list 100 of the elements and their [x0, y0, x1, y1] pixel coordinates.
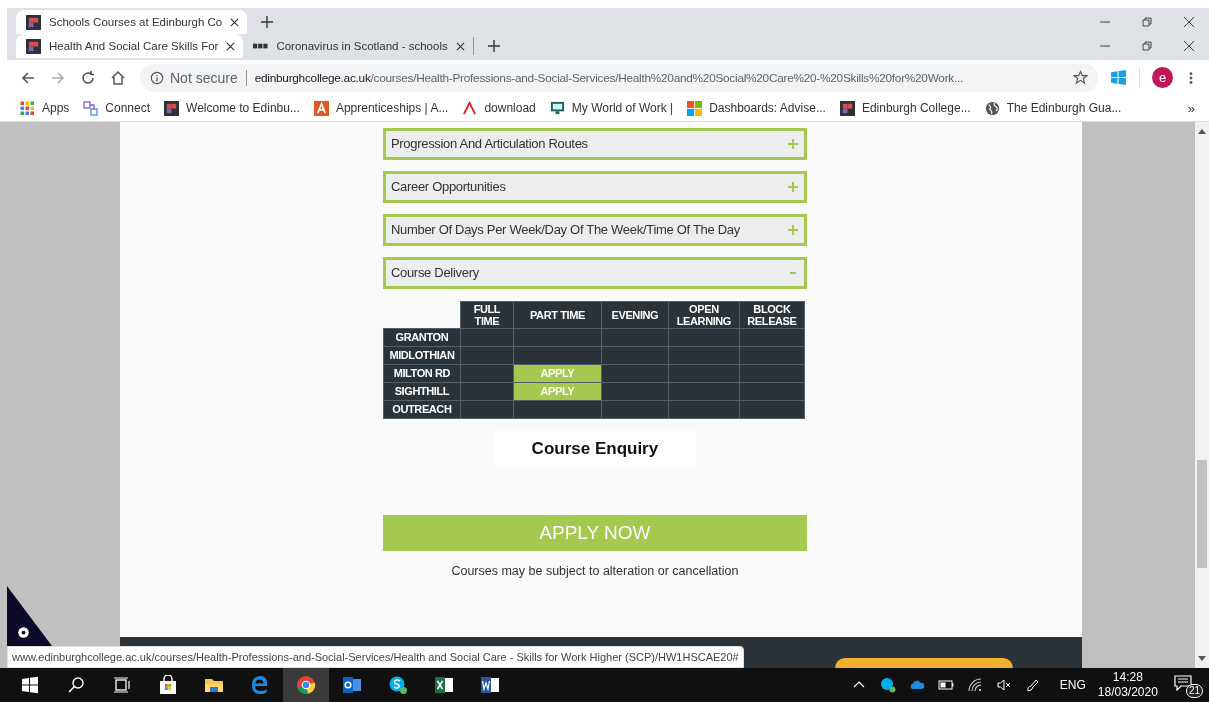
mail-app-icon [342, 675, 362, 695]
bookmark-item[interactable]: Edinburgh College... [839, 100, 971, 116]
scrollbar[interactable] [1195, 121, 1209, 668]
bookmark-item[interactable]: Apprenticeships | A... [313, 100, 449, 116]
column-header: PART TIME [513, 301, 602, 329]
accordion-header[interactable]: Career Opportunities [382, 170, 807, 203]
bookmark-item[interactable]: Welcome to Edinbu... [164, 100, 300, 116]
clock[interactable]: 14:28 18/03/2020 [1097, 670, 1158, 700]
bookmark-item[interactable]: Dashboards: Advise... [687, 100, 826, 116]
taskbar-button[interactable] [283, 668, 329, 702]
status-url: www.edinburghcollege.ac.uk/courses/Health-Professions-and-Social-Services/Health and Social Care - Skills for Work Higher (SCP)/HW1HSCAE20# [7, 646, 744, 668]
spreadsheet-app-icon [434, 675, 454, 695]
windows-logo-icon [20, 675, 40, 695]
star-icon[interactable] [1073, 70, 1088, 86]
speaker-muted-icon[interactable] [995, 677, 1012, 693]
url-text: edinburghcollege.ac.uk/courses/Health-Professions-and-Social-Services/Health%20and%20Social%20Care%20-%20Skills%20for%20Work... [254, 70, 965, 85]
tab-title: Coronavirus in Scotland - schools [276, 40, 448, 52]
tab-title: Health And Social Care Skills For [49, 40, 219, 52]
bookmark-label: Welcome to Edinbu... [186, 101, 300, 116]
plus-icon [787, 224, 798, 235]
column-header: BLOCK RELEASE [739, 301, 805, 329]
course-enquiry-button[interactable]: Course Enquiry [493, 430, 696, 467]
search-icon [66, 675, 86, 695]
pen-icon[interactable] [1024, 677, 1041, 693]
settings-corner-icon[interactable] [7, 586, 52, 646]
close-icon[interactable] [1183, 40, 1195, 52]
bookmark-label: Edinburgh College... [861, 101, 971, 116]
back-arrow-icon[interactable] [20, 69, 36, 86]
bookmark-item[interactable]: The Edinburgh Gua... [984, 100, 1122, 116]
security-label: Not secure [170, 69, 238, 86]
plus-icon [787, 138, 798, 149]
close-icon[interactable] [230, 17, 240, 27]
document-app-icon [480, 675, 500, 695]
bookmark-label: The Edinburgh Gua... [1006, 101, 1122, 116]
battery-icon[interactable] [937, 677, 954, 693]
browser-tab[interactable]: Schools Courses at Edinburgh Co [16, 10, 248, 34]
reload-icon[interactable] [80, 69, 96, 86]
bookmark-item[interactable]: Connect [83, 100, 151, 116]
language-indicator[interactable]: ENG [1059, 678, 1086, 692]
new-tab-icon[interactable] [261, 16, 274, 28]
bookmark-label: Dashboards: Advise... [709, 101, 826, 116]
bookmark-item[interactable]: My World of Work | [549, 100, 674, 116]
disclaimer-text: Courses may be subject to alteration or cancellation [450, 563, 740, 578]
bookmark-label: Apps [42, 101, 70, 116]
letter-e-logo-icon [250, 675, 270, 695]
new-tab-icon[interactable] [487, 40, 500, 52]
college-favicon-icon [164, 100, 180, 116]
connect-icon [83, 100, 99, 116]
squares-icon [687, 100, 703, 116]
letter-favicon-icon [313, 100, 329, 116]
restore-icon[interactable] [1141, 16, 1153, 28]
time-text: 14:28 [1112, 670, 1143, 685]
address-bar[interactable]: Not secure edinburghcollege.ac.uk/courses/Health-Professions-and-Social-Services/Health%20and%20Social%20Care%20-%20Skills%20for%20Work... [140, 63, 1098, 92]
college-favicon-icon [839, 100, 855, 116]
college-favicon-icon [26, 38, 41, 54]
date-text: 18/03/2020 [1097, 685, 1158, 700]
globe-icon [984, 100, 1000, 116]
chat-app-icon[interactable] [879, 677, 896, 693]
bookmark-item[interactable]: download [462, 100, 536, 116]
chevron-favicon-icon [462, 100, 478, 116]
close-icon[interactable] [1183, 16, 1195, 28]
chrome-logo-icon [296, 675, 316, 695]
tab-title: Schools Courses at Edinburgh Co [49, 16, 223, 28]
close-icon[interactable] [455, 41, 465, 51]
menu-icon[interactable] [1189, 70, 1193, 85]
column-header: FULL TIME [460, 301, 514, 329]
notifications-button[interactable]: 21 [1173, 672, 1203, 698]
accordion-header[interactable]: Course Delivery [382, 256, 807, 289]
bookmark-label: Apprenticeships | A... [335, 101, 449, 116]
column-header: EVENING [601, 301, 669, 329]
windows-logo-icon[interactable] [1110, 69, 1127, 87]
bookmark-label: My World of Work | [571, 101, 674, 116]
college-favicon-icon [26, 14, 41, 30]
footer-button[interactable] [834, 658, 1013, 668]
notification-count: 21 [1185, 684, 1203, 698]
restore-icon[interactable] [1141, 40, 1153, 52]
accordion-header[interactable]: Progression And Articulation Routes [382, 127, 807, 160]
campus-cell: GRANTON [383, 328, 461, 347]
more-bookmarks-button[interactable]: » [1187, 100, 1195, 116]
grid-icon [20, 100, 35, 116]
wifi-icon[interactable] [966, 677, 983, 693]
home-icon[interactable] [110, 69, 126, 86]
monitor-icon [549, 100, 565, 116]
accordion-header[interactable]: Number Of Days Per Week/Day Of The Week/Time Of The Day [382, 213, 807, 246]
bookmark-item[interactable]: Apps [20, 100, 70, 116]
profile-avatar[interactable]: e [1152, 67, 1173, 89]
bookmark-label: Connect [105, 101, 151, 116]
scroll-down-icon[interactable] [1198, 656, 1206, 662]
task-view-icon [112, 675, 132, 695]
bookmark-label: download [484, 101, 536, 116]
shopping-bag-icon [158, 675, 178, 695]
browser-tab[interactable]: Coronavirus in Scotland - schools [243, 37, 474, 55]
browser-tab[interactable]: Health And Social Care Skills For [16, 34, 244, 58]
plus-icon [787, 181, 798, 192]
column-header: OPEN LEARNING [668, 301, 740, 329]
scrollbar-thumb[interactable] [1197, 460, 1207, 568]
close-icon[interactable] [226, 41, 236, 51]
info-icon[interactable] [150, 70, 164, 85]
scroll-up-icon[interactable] [1198, 127, 1206, 134]
chat-app-icon [388, 675, 408, 695]
